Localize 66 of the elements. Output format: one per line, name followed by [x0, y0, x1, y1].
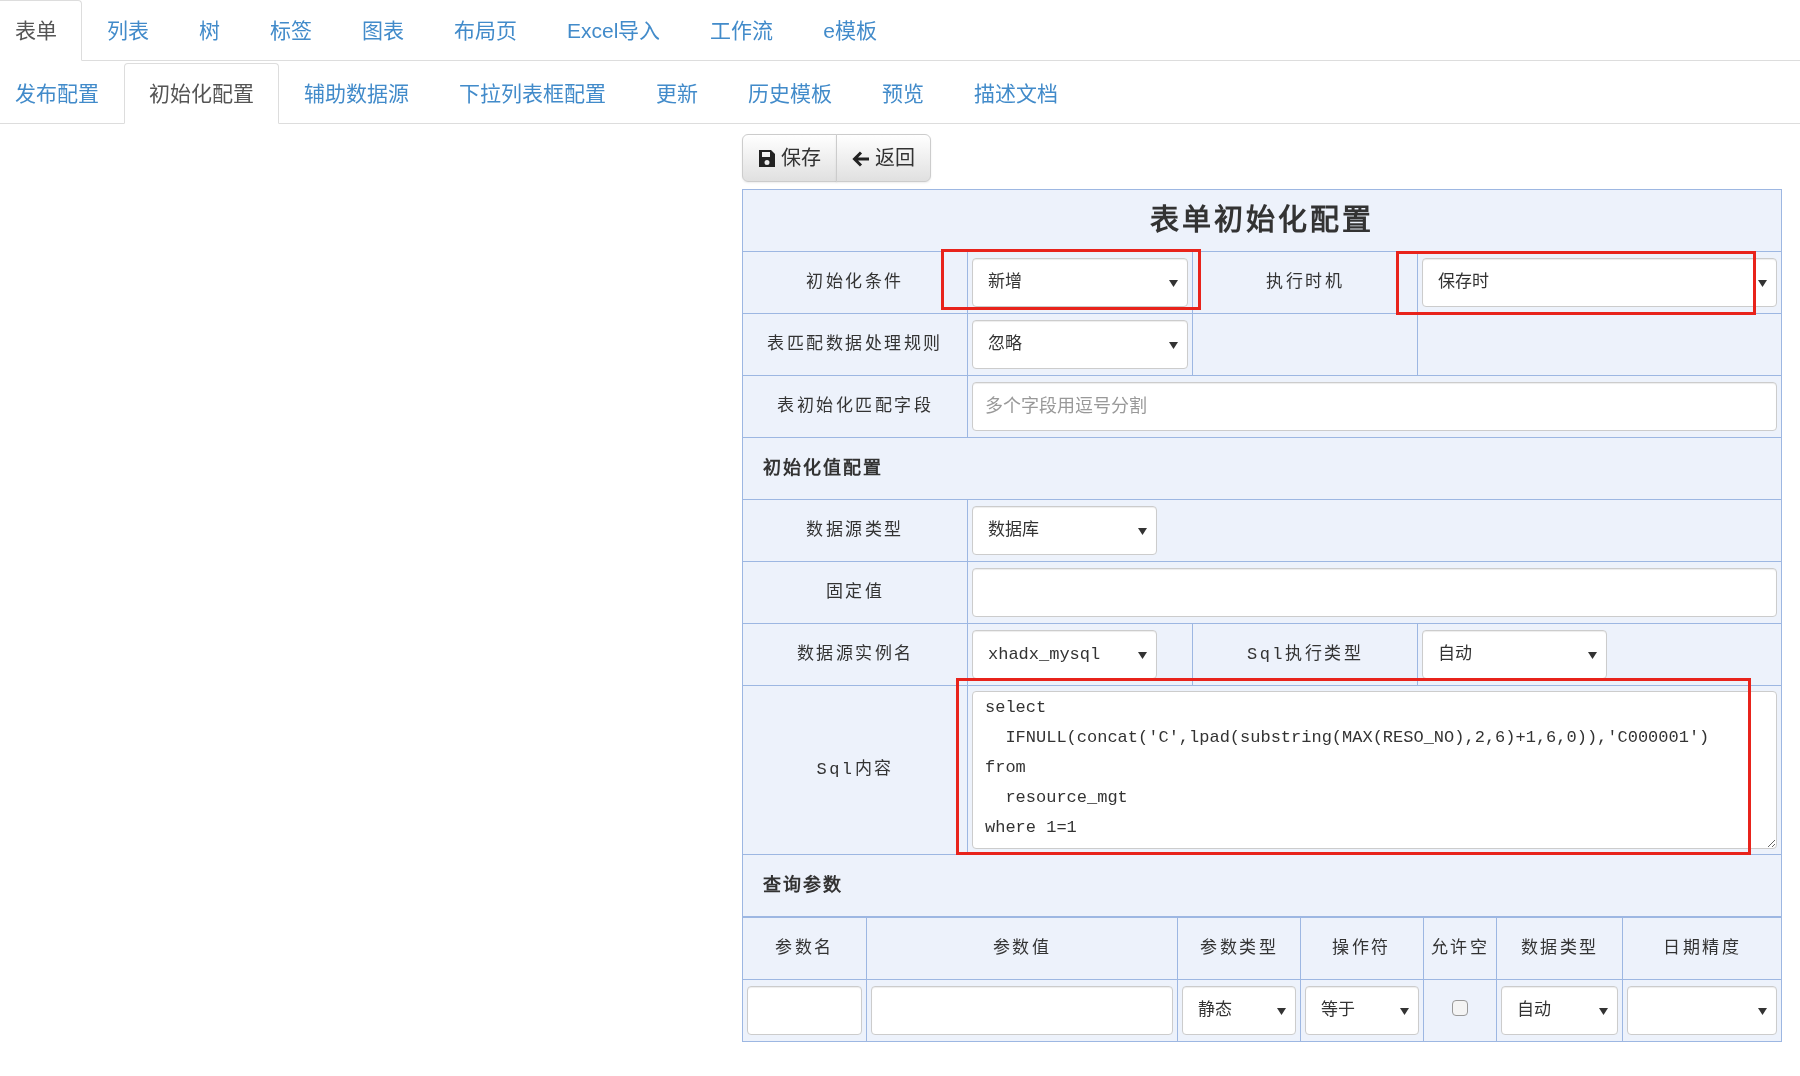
field-label: 数据源类型: [742, 499, 968, 562]
text-field[interactable]: 多个字段用逗号分割: [972, 382, 1777, 431]
field-label: Sql内容: [742, 685, 968, 855]
tab[interactable]: 标签: [245, 0, 337, 61]
caret-icon: [1599, 1007, 1608, 1015]
dropdown[interactable]: 等于: [1304, 986, 1419, 1035]
back-arrow-icon: [852, 149, 870, 167]
field-label: 表匹配数据处理规则: [742, 313, 968, 376]
field-label: 表初始化匹配字段: [742, 375, 968, 438]
tab[interactable]: 历史模板: [723, 63, 857, 124]
tab[interactable]: 列表: [82, 0, 174, 61]
field-label: 数据源实例名: [742, 623, 968, 686]
dropdown[interactable]: 自动: [1422, 630, 1607, 679]
caret-icon: [1588, 651, 1597, 659]
text-field[interactable]: [972, 568, 1777, 617]
tab[interactable]: 发布配置: [0, 63, 124, 124]
save-button[interactable]: 保存: [742, 134, 837, 182]
field-label: 执行时机: [1192, 251, 1418, 314]
checkbox[interactable]: [1451, 999, 1468, 1016]
tab[interactable]: 初始化配置: [124, 63, 279, 124]
section-title: 查询参数: [742, 854, 1782, 917]
text-field[interactable]: [870, 986, 1174, 1035]
dropdown[interactable]: 自动: [1501, 986, 1618, 1035]
column-header: 日期精度: [1622, 917, 1782, 980]
dropdown[interactable]: 保存时: [1422, 258, 1777, 307]
tab[interactable]: 布局页: [429, 0, 542, 61]
tab[interactable]: 预览: [857, 63, 949, 124]
field-label: Sql执行类型: [1192, 623, 1418, 686]
save-icon: [758, 149, 776, 167]
column-header: 数据类型: [1496, 917, 1623, 980]
caret-icon: [1169, 341, 1178, 349]
caret-icon: [1169, 279, 1178, 287]
dropdown[interactable]: 静态: [1182, 986, 1296, 1035]
column-header: 参数值: [866, 917, 1178, 980]
caret-icon: [1758, 279, 1767, 287]
column-header: 允许空: [1423, 917, 1497, 980]
dropdown[interactable]: 忽略: [972, 320, 1188, 369]
field-label: 固定值: [742, 561, 968, 624]
dropdown[interactable]: 数据库: [972, 506, 1157, 555]
tab[interactable]: e模板: [798, 0, 903, 61]
tab[interactable]: 辅助数据源: [279, 63, 434, 124]
sql-text-area[interactable]: select IFNULL(concat('C',lpad(substring(MAX(RESO_NO),2,6)+1,6,0)),'C000001') from resource_mgt where 1=1: [972, 691, 1777, 849]
tab[interactable]: 树: [174, 0, 245, 61]
section-title: 初始化值配置: [742, 437, 1782, 500]
tab[interactable]: 表单: [0, 0, 82, 61]
dropdown[interactable]: 新增: [972, 258, 1188, 307]
caret-icon: [1138, 527, 1147, 535]
tab[interactable]: 图表: [337, 0, 429, 61]
back-button[interactable]: 返回: [836, 134, 931, 182]
caret-icon: [1138, 651, 1147, 659]
tab[interactable]: 更新: [631, 63, 723, 124]
tab[interactable]: Excel导入: [542, 0, 686, 61]
caret-icon: [1276, 1007, 1286, 1015]
column-header: 参数名: [742, 917, 867, 980]
caret-icon: [1399, 1007, 1409, 1015]
tab[interactable]: 描述文档: [949, 63, 1083, 124]
column-header: 操作符: [1300, 917, 1423, 980]
tab[interactable]: 下拉列表框配置: [434, 63, 631, 124]
form-title: 表单初始化配置: [742, 189, 1782, 252]
dropdown[interactable]: xhadx_mysql: [972, 630, 1157, 679]
caret-icon: [1758, 1007, 1767, 1015]
dropdown[interactable]: [1627, 986, 1777, 1035]
column-header: 参数类型: [1177, 917, 1301, 980]
field-label: 初始化条件: [742, 251, 968, 314]
tab[interactable]: 工作流: [685, 0, 799, 61]
text-field[interactable]: [747, 986, 862, 1035]
